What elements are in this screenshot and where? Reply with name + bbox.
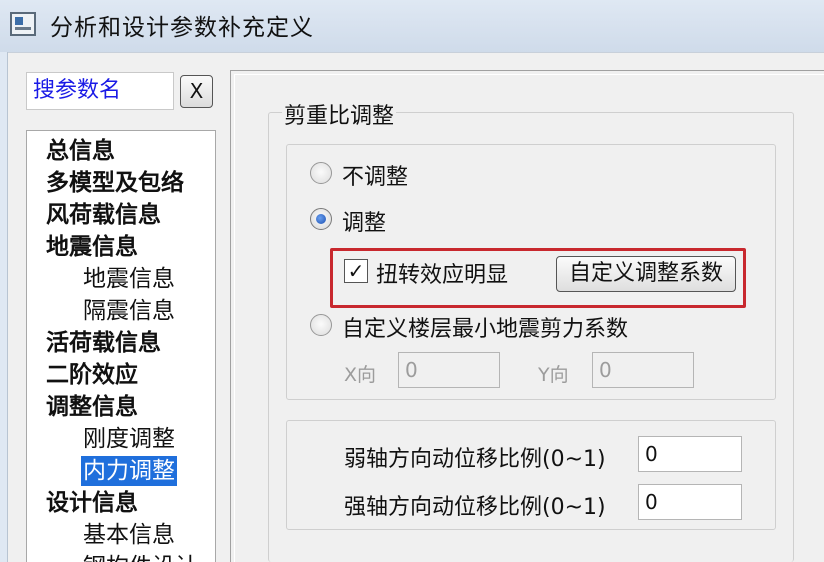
tree-item-wind-load[interactable]: 风荷载信息: [46, 200, 161, 230]
tree-item-steel-design[interactable]: 钢构件设计: [83, 552, 198, 562]
radio-adjust[interactable]: [310, 208, 332, 230]
weak-axis-ratio-label: 弱轴方向动位移比例(0~1): [344, 447, 606, 472]
y-direction-label: Y向: [538, 364, 569, 386]
custom-coefficient-button[interactable]: 自定义调整系数: [556, 256, 736, 292]
radio-adjust-label: 调整: [342, 211, 387, 236]
strong-axis-ratio-input[interactable]: 0: [638, 484, 742, 520]
tree-item-basic-info[interactable]: 基本信息: [83, 520, 175, 550]
window-left-border: [0, 52, 8, 562]
tree-item-stiffness-adjust[interactable]: 刚度调整: [83, 424, 175, 454]
tree-item-multimodel[interactable]: 多模型及包络: [46, 168, 184, 198]
radio-custom-floor[interactable]: [310, 314, 332, 336]
radio-no-adjust-label: 不调整: [342, 165, 409, 190]
window-title: 分析和设计参数补充定义: [50, 15, 314, 41]
x-direction-label: X向: [344, 364, 377, 386]
tree-item-isolation[interactable]: 隔震信息: [83, 296, 175, 326]
radio-no-adjust[interactable]: [310, 162, 332, 184]
param-category-tree[interactable]: 总信息 多模型及包络 风荷载信息 地震信息 地震信息 隔震信息 活荷载信息 二阶…: [26, 130, 216, 562]
tree-item-design[interactable]: 设计信息: [46, 488, 138, 518]
tree-item-force-adjust[interactable]: 内力调整: [81, 456, 177, 486]
app-icon[interactable]: [10, 12, 36, 36]
weak-axis-ratio-input[interactable]: 0: [638, 436, 742, 472]
tree-item-adjustment[interactable]: 调整信息: [46, 392, 138, 422]
param-search-input[interactable]: 搜参数名: [26, 72, 174, 110]
y-direction-input[interactable]: 0: [592, 352, 694, 388]
tree-item-general[interactable]: 总信息: [46, 136, 115, 166]
strong-axis-ratio-label: 强轴方向动位移比例(0~1): [344, 495, 606, 520]
shear-ratio-group-title: 剪重比调整: [282, 98, 397, 130]
radio-custom-floor-label: 自定义楼层最小地震剪力系数: [342, 317, 629, 342]
x-direction-input[interactable]: 0: [398, 352, 500, 388]
clear-search-button[interactable]: X: [180, 75, 213, 108]
torsion-checkbox[interactable]: ✓: [344, 259, 368, 283]
tree-item-second-order[interactable]: 二阶效应: [46, 360, 138, 390]
tree-item-seismic-info[interactable]: 地震信息: [83, 264, 175, 294]
title-bar: 分析和设计参数补充定义: [0, 0, 824, 52]
torsion-checkbox-label: 扭转效应明显: [376, 263, 509, 288]
tree-item-live-load[interactable]: 活荷载信息: [46, 328, 161, 358]
tree-item-seismic[interactable]: 地震信息: [46, 232, 138, 262]
